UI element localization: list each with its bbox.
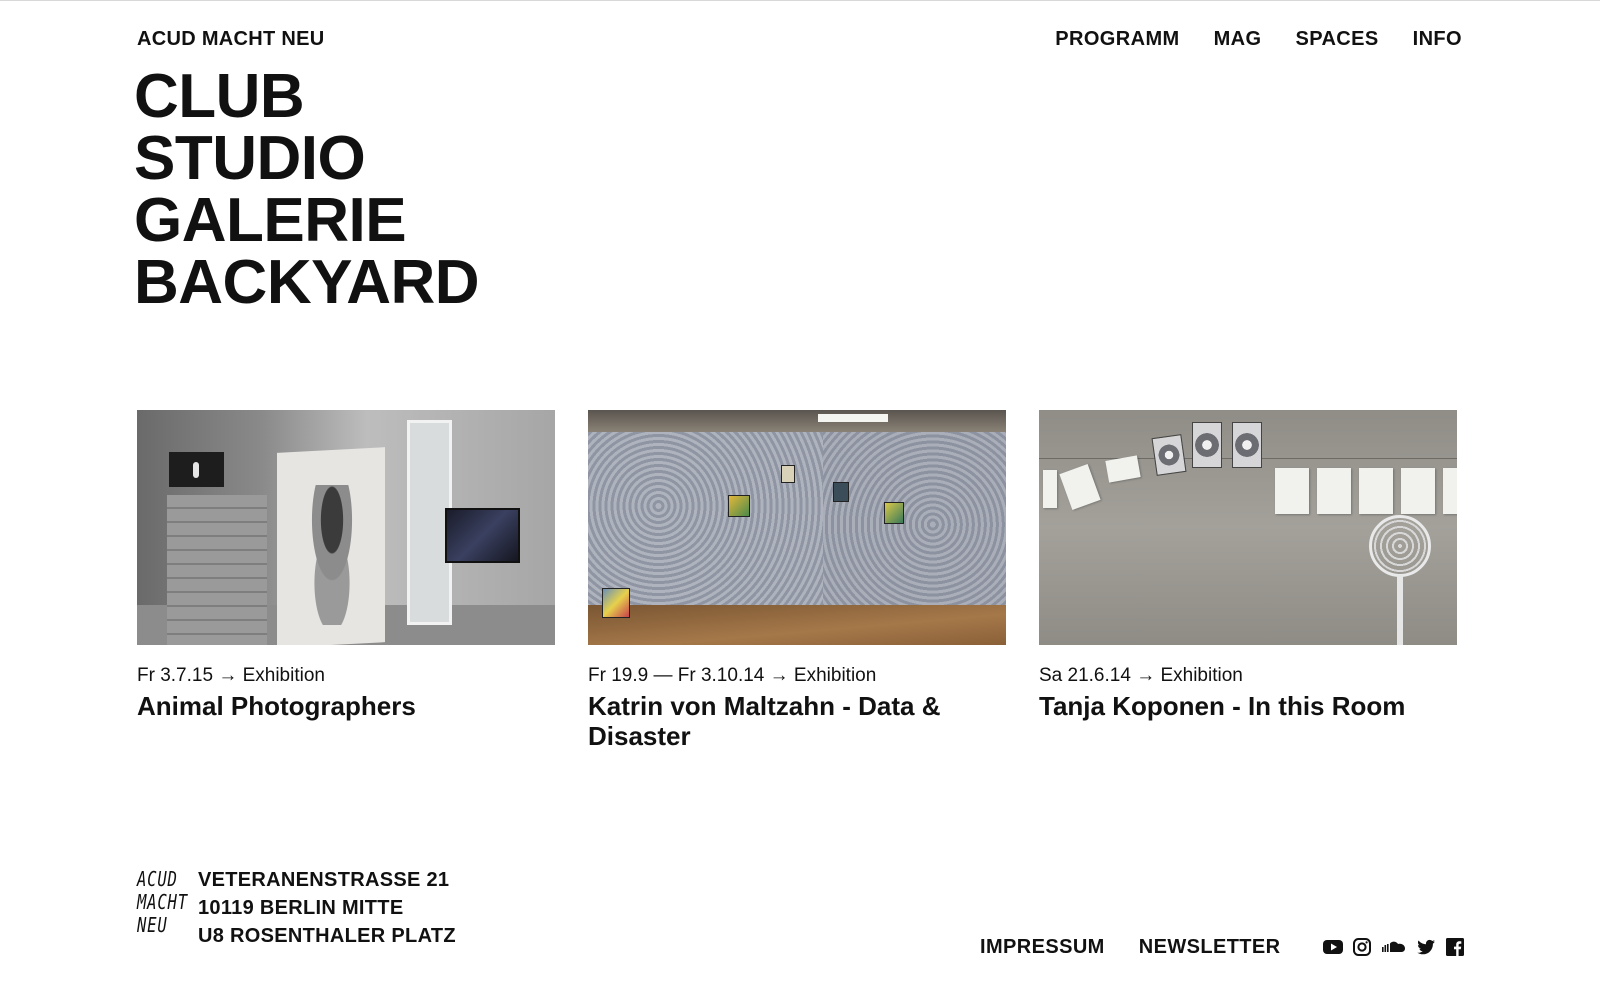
youtube-icon[interactable] [1323,937,1343,957]
address-street: VETERANENSTRASSE 21 [198,869,450,891]
impressum-link[interactable]: IMPRESSUM [980,936,1105,959]
nav-info[interactable]: INFO [1413,28,1462,51]
address-block: VETERANENSTRASSE 21 10119 BERLIN MITTE U… [198,866,456,950]
hero-link-studio[interactable]: STUDIO [134,128,479,190]
address-transit: U8 ROSENTHALER PLATZ [198,925,456,947]
logo-line: NEU [137,913,168,937]
footer-links: IMPRESSUM NEWSLETTER [980,936,1281,959]
instagram-icon[interactable] [1352,937,1372,957]
nav-programm[interactable]: PROGRAMM [1055,28,1179,51]
nav-spaces[interactable]: SPACES [1295,28,1378,51]
twitter-icon[interactable] [1416,937,1436,957]
newsletter-link[interactable]: NEWSLETTER [1139,936,1281,959]
event-card[interactable]: Sa 21.6.14 → Exhibition Tanja Koponen - … [1039,410,1457,721]
event-image[interactable] [588,410,1006,645]
facebook-icon[interactable] [1445,937,1465,957]
main-nav: PROGRAMM MAG SPACES INFO [1055,28,1462,51]
event-card[interactable]: Fr 19.9 — Fr 3.10.14 → Exhibition Katrin… [588,410,1006,751]
event-image[interactable] [137,410,555,645]
top-border [0,0,1600,1]
hero-link-galerie[interactable]: GALERIE [134,190,479,252]
logo-line: ACUD [137,867,178,891]
event-image[interactable] [1039,410,1457,645]
logo-line: MACHT [137,890,188,914]
event-title[interactable]: Katrin von Maltzahn - Data & Disaster [588,691,1006,751]
event-card[interactable]: Fr 3.7.15 → Exhibition Animal Photograph… [137,410,555,721]
event-title[interactable]: Tanja Koponen - In this Room [1039,691,1457,721]
event-title[interactable]: Animal Photographers [137,691,555,721]
event-meta: Fr 3.7.15 → Exhibition [137,665,325,686]
acud-logo[interactable]: ACUD MACHT NEU [137,867,188,940]
hero-link-club[interactable]: CLUB [134,66,479,128]
social-links [1323,937,1465,957]
hero-space-links: CLUB STUDIO GALERIE BACKYARD [134,66,480,314]
event-meta: Fr 19.9 — Fr 3.10.14 → Exhibition [588,665,877,686]
event-meta: Sa 21.6.14 → Exhibition [1039,665,1243,686]
soundcloud-icon[interactable] [1381,937,1407,957]
address-city: 10119 BERLIN MITTE [198,897,404,919]
hero-link-backyard[interactable]: BACKYARD [134,252,480,314]
site-brand[interactable]: ACUD MACHT NEU [137,28,325,51]
nav-mag[interactable]: MAG [1214,28,1262,51]
